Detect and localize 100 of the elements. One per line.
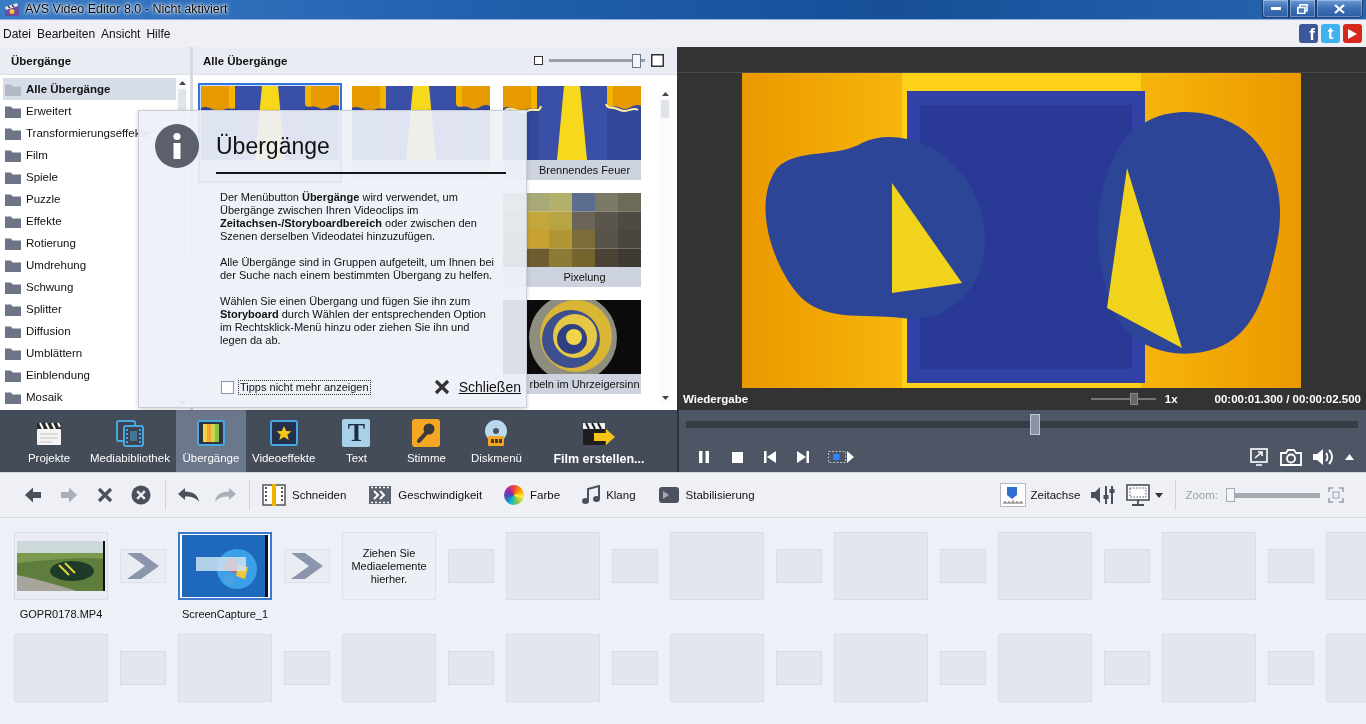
fit-icon <box>1328 487 1344 503</box>
undo-icon <box>177 487 201 503</box>
facebook-button[interactable]: f <box>1299 24 1318 43</box>
film-frames-icon <box>115 419 144 447</box>
category-item[interactable]: Splitter <box>3 298 62 320</box>
checkbox[interactable] <box>221 380 234 394</box>
mixer-icon <box>1090 484 1117 506</box>
module-tab[interactable]: Mediabibliothek <box>84 410 176 472</box>
produce-button[interactable]: Film erstellen... <box>547 410 651 472</box>
folder-icon <box>5 214 21 228</box>
timeline-icon <box>999 483 1026 507</box>
folder-icon <box>5 148 21 162</box>
menu-item[interactable]: Hilfe <box>144 25 173 42</box>
cross-icon <box>97 487 113 503</box>
tip-paragraph: Wählen Sie einen Übergang und fügen Sie ihn zum Storyboard durch Wählen der entsprechenden Option im Rechtsklick-Menü hinzu oder ziehen Sie ihn und legen da ab. <box>220 295 487 347</box>
scroll-up-icon <box>178 81 186 85</box>
playback-title: Wiedergabe <box>683 393 749 405</box>
category-item[interactable]: Diffusion <box>3 320 71 342</box>
zoom-label: Zoom: <box>1185 489 1218 501</box>
timeline-button[interactable]: Zeitachse <box>997 480 1083 510</box>
volume-icon <box>1312 448 1334 466</box>
category-label: Erweitert <box>26 105 72 117</box>
info-icon <box>155 124 199 168</box>
text-tool-icon: T <box>342 419 371 447</box>
panel-title: Übergänge <box>11 54 72 67</box>
audio-button[interactable]: Klang <box>578 480 640 510</box>
restore-button[interactable] <box>1289 0 1316 18</box>
module-tab[interactable]: Übergänge <box>175 410 246 472</box>
category-label: Umblättern <box>26 347 83 359</box>
category-item[interactable]: Alle Übergänge <box>3 78 176 100</box>
folder-icon <box>5 258 21 272</box>
category-label: Umdrehung <box>26 259 87 271</box>
transition-name: Brennendes Feuer <box>538 164 631 176</box>
restore-icon <box>1297 3 1308 14</box>
folder-icon <box>5 82 21 96</box>
category-item[interactable]: Spiele <box>3 166 58 188</box>
time-display: 00:00:01.300 / 00:00:02.500 <box>1214 393 1361 405</box>
menu-item[interactable]: Bearbeiten <box>35 25 98 42</box>
category-label: Diffusion <box>26 325 71 337</box>
camera-icon <box>1280 448 1302 466</box>
stabilize-button[interactable]: Stabilisierung <box>653 480 759 510</box>
slider-thumb[interactable] <box>1030 414 1041 435</box>
star-film-icon <box>269 419 298 447</box>
folder-icon <box>5 390 21 404</box>
drop-zone[interactable]: Ziehen Sie Mediaelemente hierher. <box>342 532 436 600</box>
folder-icon <box>5 236 21 250</box>
module-tab[interactable]: T Text <box>321 410 392 472</box>
film-frame-icon <box>657 485 680 505</box>
minimize-icon <box>1270 7 1281 10</box>
folder-icon <box>5 170 21 184</box>
category-item[interactable]: Effekte <box>3 210 62 232</box>
scrollbar-thumb[interactable] <box>661 100 669 118</box>
arrow-left-icon <box>24 486 42 504</box>
color-button[interactable]: Farbe <box>500 480 565 510</box>
microphone-icon <box>412 419 441 447</box>
category-item[interactable]: Schwung <box>3 276 74 298</box>
category-item[interactable]: Umdrehung <box>3 254 87 276</box>
caret-down-icon <box>1155 492 1164 498</box>
speed-reading: 1x <box>1164 393 1178 405</box>
film-trim-icon <box>262 484 286 506</box>
pause-icon <box>699 451 709 463</box>
play-icon <box>1348 28 1357 39</box>
module-tab[interactable]: Projekte <box>14 410 84 472</box>
category-item[interactable]: Umblättern <box>3 342 83 364</box>
minimize-button[interactable] <box>1262 0 1289 18</box>
module-tab[interactable]: Diskmenü <box>461 410 532 472</box>
category-label: Rotierung <box>26 237 76 249</box>
category-label: Film <box>26 149 48 161</box>
slider-thumb[interactable] <box>1129 393 1138 405</box>
category-item[interactable]: Mosaik <box>3 386 63 408</box>
category-item[interactable]: Einblendung <box>3 364 90 386</box>
transition-name: rbeln im Uhrzeigersinn <box>529 378 640 390</box>
redo-icon <box>213 487 237 503</box>
clip-name: GOPR0178.MP4 <box>19 608 103 620</box>
category-item[interactable]: Erweitert <box>3 100 72 122</box>
category-item[interactable]: Film <box>3 144 48 166</box>
module-tab[interactable]: Videoeffekte <box>245 410 322 472</box>
skip-forward-icon <box>797 451 809 463</box>
small-square-icon <box>534 56 543 65</box>
menu-item[interactable]: Datei <box>1 25 33 42</box>
cross-circle-icon <box>131 485 151 505</box>
panel-title: Alle Übergänge <box>203 54 288 67</box>
slider-thumb[interactable] <box>631 53 641 68</box>
module-tab[interactable]: Stimme <box>391 410 462 472</box>
vertical-scrollbar[interactable] <box>659 89 671 404</box>
category-item[interactable]: Rotierung <box>3 232 76 254</box>
category-item[interactable]: Puzzle <box>3 188 61 210</box>
close-button[interactable] <box>1316 0 1363 18</box>
scroll-up-icon <box>661 92 669 96</box>
folder-icon <box>5 368 21 382</box>
checkbox-label[interactable]: Tipps nicht mehr anzeigen <box>238 379 371 395</box>
stop-icon <box>731 451 743 463</box>
category-label: Alle Übergänge <box>26 83 111 95</box>
menu-item[interactable]: Ansicht <box>99 25 143 42</box>
transition-name: Pixelung <box>563 271 606 283</box>
trim-button[interactable]: Schneiden <box>258 480 351 510</box>
monitor-icon <box>1126 484 1151 506</box>
folder-icon <box>5 126 21 140</box>
youtube-button[interactable] <box>1343 24 1362 43</box>
speed-button[interactable]: Geschwindigkeit <box>364 480 487 510</box>
